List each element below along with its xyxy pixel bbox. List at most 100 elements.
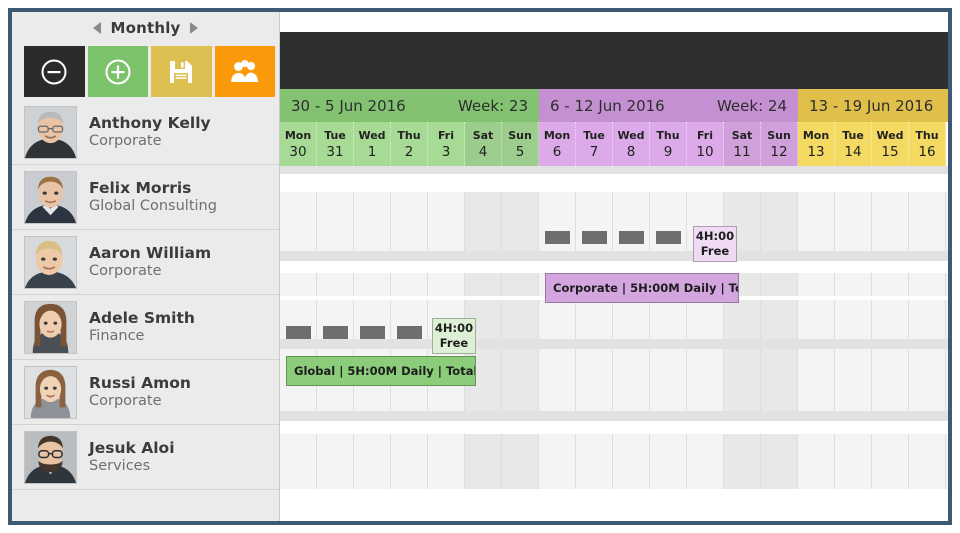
week-band: 13 - 19 Jun 2016 <box>798 89 948 122</box>
list-item[interactable]: Anthony Kelly Corporate <box>12 100 279 165</box>
day-header-thu-9[interactable]: Thu 9 <box>650 122 687 166</box>
view-mode-label: Monthly <box>110 19 181 37</box>
day-header-fri-3[interactable]: Fri 3 <box>428 122 465 166</box>
day-header-row: Mon 30 Tue 31 Wed 1 Thu 2 Fri 3 Sat 4 Sun 5 Mon 6 Tue 7 We… <box>280 122 948 166</box>
add-resource-button[interactable] <box>87 46 148 97</box>
free-time-hours: 4H:00 <box>434 321 474 336</box>
day-number: 31 <box>326 143 344 160</box>
day-header-mon-6[interactable]: Mon 6 <box>539 122 576 166</box>
day-header-tue-31[interactable]: Tue 31 <box>317 122 354 166</box>
day-name: Wed <box>358 128 386 142</box>
resource-list: Anthony Kelly Corporate Felix Morris Glo… <box>12 100 279 490</box>
week-number-label: Week: 24 <box>716 96 787 115</box>
list-item-text: Russi Amon Corporate <box>89 374 191 411</box>
avatar <box>24 235 77 289</box>
woman-long-brown-hair-avatar-icon <box>25 301 76 353</box>
free-time-hours: 4H:00 <box>695 229 735 244</box>
day-name: Sun <box>767 128 791 142</box>
event-bar[interactable]: Corporate | 5H:00M Daily | Total 5. <box>545 273 739 303</box>
avatar <box>24 105 77 159</box>
triangle-right-icon[interactable] <box>189 22 198 34</box>
day-header-sat-4[interactable]: Sat 4 <box>465 122 502 166</box>
day-number: 4 <box>478 143 488 160</box>
list-item[interactable]: Aaron William Corporate <box>12 230 279 295</box>
save-button[interactable] <box>151 46 212 97</box>
day-name: Mon <box>543 128 571 142</box>
week-band-row: 30 - 5 Jun 2016 Week: 23 6 - 12 Jun 2016… <box>280 89 948 122</box>
free-time-badge[interactable]: 4H:00 Free <box>693 226 737 262</box>
man-glasses-gray-hair-avatar-icon <box>25 106 76 158</box>
day-name: Tue <box>842 128 864 142</box>
list-item[interactable]: Russi Amon Corporate <box>12 360 279 425</box>
day-header-mon-30[interactable]: Mon 30 <box>280 122 317 166</box>
day-name: Sat <box>472 128 494 142</box>
day-name: Wed <box>876 128 904 142</box>
list-item[interactable]: Jesuk Aloi Services <box>12 425 279 490</box>
day-number: 2 <box>404 143 414 160</box>
free-time-badge[interactable]: 4H:00 Free <box>432 318 476 354</box>
man-beard-glasses-avatar-icon <box>25 431 76 483</box>
week-band: 6 - 12 Jun 2016 Week: 24 <box>539 89 798 122</box>
day-name: Tue <box>324 128 346 142</box>
utilization-segments <box>286 326 441 339</box>
day-header-mon-13[interactable]: Mon 13 <box>798 122 835 166</box>
day-header-wed-8[interactable]: Wed 8 <box>613 122 650 166</box>
person-name: Jesuk Aloi <box>89 438 175 457</box>
list-item[interactable]: Adele Smith Finance <box>12 295 279 360</box>
manage-people-button[interactable] <box>214 46 275 97</box>
remove-resource-button[interactable] <box>24 46 85 97</box>
day-name: Sat <box>731 128 753 142</box>
day-number: 12 <box>770 143 788 160</box>
person-role: Corporate <box>89 392 162 409</box>
day-header-thu-16[interactable]: Thu 16 <box>909 122 946 166</box>
day-name: Thu <box>915 128 939 142</box>
day-header-sat-11[interactable]: Sat 11 <box>724 122 761 166</box>
person-name: Aaron William <box>89 243 212 262</box>
day-name: Tue <box>583 128 605 142</box>
week-range-label: 6 - 12 Jun 2016 <box>550 96 665 115</box>
day-number: 15 <box>881 143 899 160</box>
week-range-label: 30 - 5 Jun 2016 <box>291 96 406 115</box>
day-name: Mon <box>802 128 830 142</box>
list-item[interactable]: Felix Morris Global Consulting <box>12 165 279 230</box>
calendar-footer <box>280 501 948 521</box>
day-name: Thu <box>656 128 680 142</box>
day-header-sun-12[interactable]: Sun 12 <box>761 122 798 166</box>
day-header-sun-5[interactable]: Sun 5 <box>502 122 539 166</box>
list-item-text: Jesuk Aloi Services <box>89 439 175 476</box>
day-name: Mon <box>284 128 312 142</box>
day-header-wed-15[interactable]: Wed 15 <box>872 122 909 166</box>
utilization-segments <box>545 231 700 244</box>
list-item-text: Anthony Kelly Corporate <box>89 114 211 151</box>
free-time-label: Free <box>439 336 469 350</box>
plus-circle-icon <box>105 59 131 84</box>
person-role: Corporate <box>89 262 162 279</box>
avatar <box>24 300 77 354</box>
day-header-tue-14[interactable]: Tue 14 <box>835 122 872 166</box>
triangle-left-icon[interactable] <box>93 22 102 34</box>
view-mode-nav: Monthly <box>12 12 279 44</box>
avatar <box>24 430 77 484</box>
person-role: Services <box>89 457 151 474</box>
day-header-wed-1[interactable]: Wed 1 <box>354 122 391 166</box>
people-group-icon <box>230 59 258 82</box>
day-number: 11 <box>733 143 751 160</box>
calendar-panel: 30 - 5 Jun 2016 Week: 23 6 - 12 Jun 2016… <box>280 12 948 521</box>
avatar <box>24 170 77 224</box>
schedule-grid: 4H:00 Free Corporate | 5H:00M Daily | To… <box>280 166 948 489</box>
event-label: Global | 5H:00M Daily | Total 5. <box>294 364 476 378</box>
day-header-fri-10[interactable]: Fri 10 <box>687 122 724 166</box>
week-number-label: Week: 23 <box>457 96 528 115</box>
day-name: Sun <box>508 128 532 142</box>
person-role: Global Consulting <box>89 197 217 214</box>
avatar <box>24 365 77 419</box>
day-header-tue-7[interactable]: Tue 7 <box>576 122 613 166</box>
day-number: 3 <box>441 143 451 160</box>
day-header-thu-2[interactable]: Thu 2 <box>391 122 428 166</box>
list-item-text: Aaron William Corporate <box>89 244 211 281</box>
day-name: Fri <box>696 128 713 142</box>
day-number: 10 <box>696 143 714 160</box>
calendar-toolbar-bar <box>280 32 948 89</box>
event-bar[interactable]: Global | 5H:00M Daily | Total 5. <box>286 356 476 386</box>
day-number: 7 <box>589 143 599 160</box>
